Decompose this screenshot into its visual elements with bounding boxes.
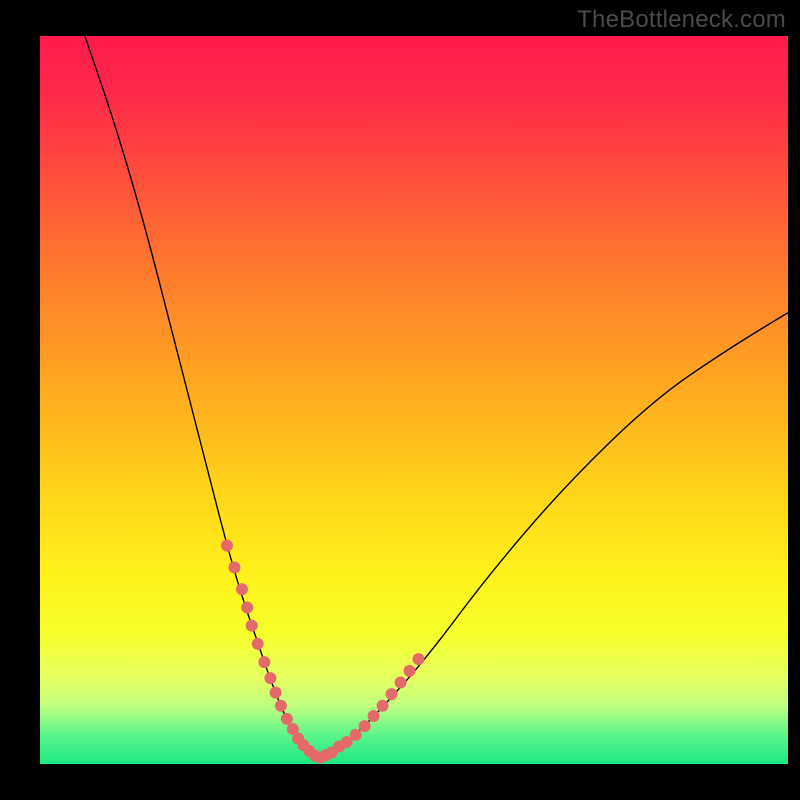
marker-dot <box>270 687 282 699</box>
marker-dot <box>264 672 276 684</box>
marker-dot <box>246 620 258 632</box>
marker-dot <box>386 688 398 700</box>
plot-area <box>40 36 788 764</box>
marker-dot <box>368 710 380 722</box>
marker-dot <box>275 700 287 712</box>
marker-dot <box>252 638 264 650</box>
marker-dot <box>221 540 233 552</box>
watermark-label: TheBottleneck.com <box>577 6 786 34</box>
marker-dots <box>221 540 424 764</box>
marker-dot <box>359 720 371 732</box>
chart-frame: TheBottleneck.com <box>0 0 800 800</box>
marker-dot <box>236 583 248 595</box>
marker-dot <box>395 676 407 688</box>
marker-dot <box>404 665 416 677</box>
marker-dot <box>377 700 389 712</box>
marker-dot <box>241 601 253 613</box>
marker-dot <box>228 561 240 573</box>
marker-dot <box>281 713 293 725</box>
marker-dot <box>350 729 362 741</box>
curve-layer <box>40 36 788 764</box>
marker-dot <box>258 656 270 668</box>
marker-dot <box>412 653 424 665</box>
bottleneck-curve <box>85 36 788 756</box>
